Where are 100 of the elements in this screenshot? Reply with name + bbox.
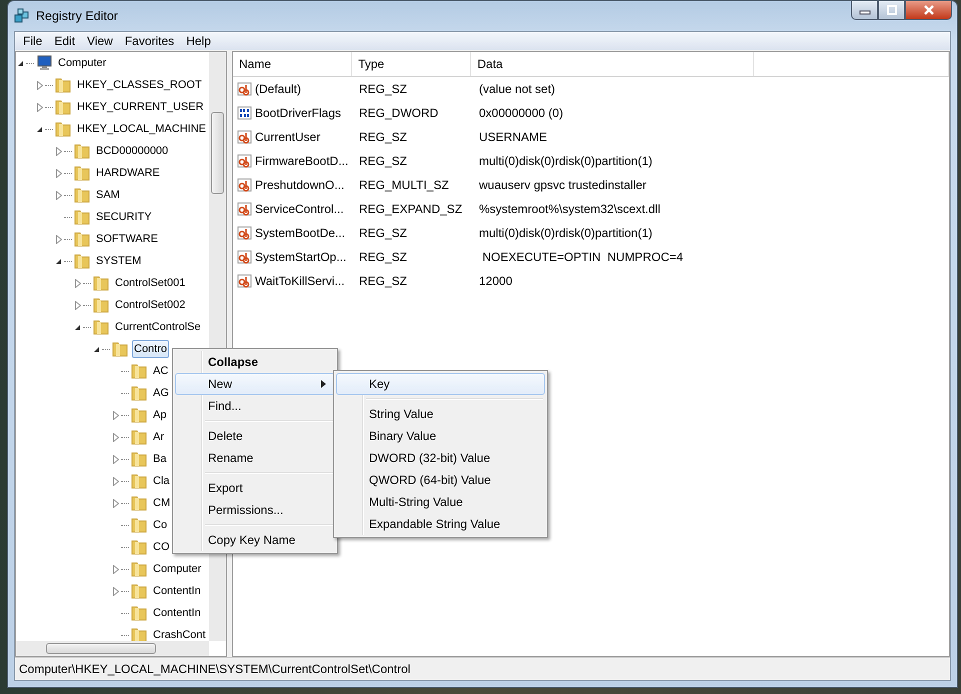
menu-item[interactable]: Multi-String Value	[336, 491, 545, 513]
tree-item[interactable]: ContentIn	[151, 582, 203, 600]
collapsed-arrow-icon[interactable]	[112, 432, 118, 442]
menu-item[interactable]: New	[175, 373, 335, 395]
collapsed-arrow-icon[interactable]	[112, 564, 118, 574]
tree-item[interactable]: ContentIn	[151, 604, 203, 622]
menu-item[interactable]: Favorites	[118, 34, 180, 48]
table-cell: CurrentUser	[255, 130, 320, 144]
table-cell-text: NOEXECUTE=OPTIN NUMPROC=4	[481, 250, 684, 264]
menu-item[interactable]: Permissions...	[175, 499, 335, 521]
folder-icon	[73, 187, 91, 203]
folder-icon	[130, 495, 148, 511]
tree-item[interactable]: CO	[151, 538, 172, 556]
tree-item[interactable]: CM	[151, 494, 172, 512]
tree-item[interactable]: BCD00000000	[94, 142, 170, 160]
folder-icon	[92, 275, 110, 291]
tree-item[interactable]: CurrentControlSe	[113, 318, 203, 336]
folder-icon	[54, 121, 72, 137]
menu-item[interactable]: View	[81, 34, 119, 48]
folder-icon	[130, 517, 148, 533]
collapsed-arrow-icon[interactable]	[112, 410, 118, 420]
collapsed-arrow-icon[interactable]	[112, 454, 118, 464]
column-header[interactable]: Data	[471, 52, 754, 76]
minimize-button[interactable]	[851, 1, 878, 20]
tree-item[interactable]: ControlSet002	[113, 296, 188, 314]
folder-icon	[54, 99, 72, 115]
window-title: Registry Editor	[36, 9, 118, 23]
folder-icon	[130, 583, 148, 599]
tree-item[interactable]: HARDWARE	[94, 164, 162, 182]
collapsed-arrow-icon[interactable]	[112, 476, 118, 486]
table-cell-text: 12000	[478, 274, 514, 288]
collapsed-arrow-icon[interactable]	[74, 300, 80, 310]
column-header[interactable]: Name	[233, 52, 352, 76]
menu-item[interactable]: Expandable String Value	[336, 513, 545, 535]
string-value-icon	[237, 177, 253, 193]
menu-item[interactable]: Delete	[175, 425, 335, 447]
menu-item[interactable]: Help	[180, 34, 217, 48]
folder-icon	[73, 209, 91, 225]
expanded-arrow-icon[interactable]	[17, 60, 24, 66]
tree-item[interactable]: SYSTEM	[94, 252, 144, 270]
tree-item[interactable]: SAM	[94, 186, 122, 204]
menu-item[interactable]: DWORD (32-bit) Value	[336, 447, 545, 469]
table-cell-text: %systemroot%\system32\scext.dll	[478, 202, 662, 216]
menu-item[interactable]: Edit	[48, 34, 82, 48]
folder-icon	[130, 539, 148, 555]
tree-item[interactable]: Computer	[151, 560, 204, 578]
expanded-arrow-icon[interactable]	[93, 346, 100, 352]
menu-item[interactable]: Export	[175, 477, 335, 499]
collapsed-arrow-icon[interactable]	[112, 498, 118, 508]
string-value-icon	[237, 273, 253, 289]
tree-item[interactable]: ControlSet001	[113, 274, 188, 292]
folder-icon	[130, 385, 148, 401]
collapsed-arrow-icon[interactable]	[36, 102, 42, 112]
collapsed-arrow-icon[interactable]	[56, 234, 62, 244]
registry-cubes-icon	[14, 8, 30, 24]
tree-item[interactable]: Co	[151, 516, 170, 534]
table-cell-text: REG_SZ	[358, 250, 408, 264]
collapsed-arrow-icon[interactable]	[36, 80, 42, 90]
menu-item[interactable]: Rename	[175, 447, 335, 469]
tree-item[interactable]: Ba	[151, 450, 168, 468]
column-header[interactable]: Type	[352, 52, 472, 76]
tree-item[interactable]: Ar	[151, 428, 166, 446]
menu-item[interactable]: QWORD (64-bit) Value	[336, 469, 545, 491]
tree-item[interactable]: SECURITY	[94, 208, 154, 226]
menu-item[interactable]: String Value	[336, 403, 545, 425]
close-button[interactable]	[905, 1, 952, 20]
menu-item[interactable]: File	[17, 34, 48, 48]
string-value-icon	[237, 153, 253, 169]
collapsed-arrow-icon[interactable]	[112, 586, 118, 596]
menu-item[interactable]: Collapse	[175, 351, 335, 373]
tree-item[interactable]: SOFTWARE	[94, 230, 160, 248]
menu-item[interactable]: Copy Key Name	[175, 529, 335, 551]
table-cell-text: multi(0)disk(0)rdisk(0)partition(1)	[478, 154, 654, 168]
collapsed-arrow-icon[interactable]	[56, 168, 62, 178]
collapsed-arrow-icon[interactable]	[56, 146, 62, 156]
collapsed-arrow-icon[interactable]	[56, 190, 62, 200]
menu-item[interactable]: Binary Value	[336, 425, 545, 447]
expanded-arrow-icon[interactable]	[74, 324, 81, 330]
tree-item[interactable]: AC	[151, 362, 170, 380]
table-cell-text: REG_MULTI_SZ	[358, 178, 450, 192]
tree-item[interactable]: Contro	[132, 340, 170, 358]
menu-item[interactable]: Key	[336, 373, 545, 395]
collapsed-arrow-icon[interactable]	[74, 278, 80, 288]
tree-item[interactable]: HKEY_LOCAL_MACHINE	[75, 120, 208, 138]
tree-item[interactable]: AG	[151, 384, 171, 402]
maximize-button[interactable]	[878, 1, 905, 20]
expanded-arrow-icon[interactable]	[55, 258, 62, 264]
menu-item[interactable]: Find...	[175, 395, 335, 417]
tree-item[interactable]: CrashCont	[151, 626, 208, 641]
tree-item[interactable]: HKEY_CURRENT_USER	[75, 98, 206, 116]
folder-icon	[130, 605, 148, 621]
table-cell-text: 0x00000000 (0)	[478, 106, 564, 120]
table-cell: SystemStartOp...	[255, 250, 346, 264]
horizontal-scrollbar[interactable]	[16, 641, 209, 656]
tree-item[interactable]: HKEY_CLASSES_ROOT	[75, 76, 204, 94]
tree-item[interactable]: Ap	[151, 406, 168, 424]
tree-item[interactable]: Computer	[56, 54, 108, 72]
expanded-arrow-icon[interactable]	[36, 126, 43, 132]
tree-item[interactable]: Cla	[151, 472, 172, 490]
status-text: Computer\HKEY_LOCAL_MACHINE\SYSTEM\CurrentControlSet\Control	[19, 662, 410, 676]
